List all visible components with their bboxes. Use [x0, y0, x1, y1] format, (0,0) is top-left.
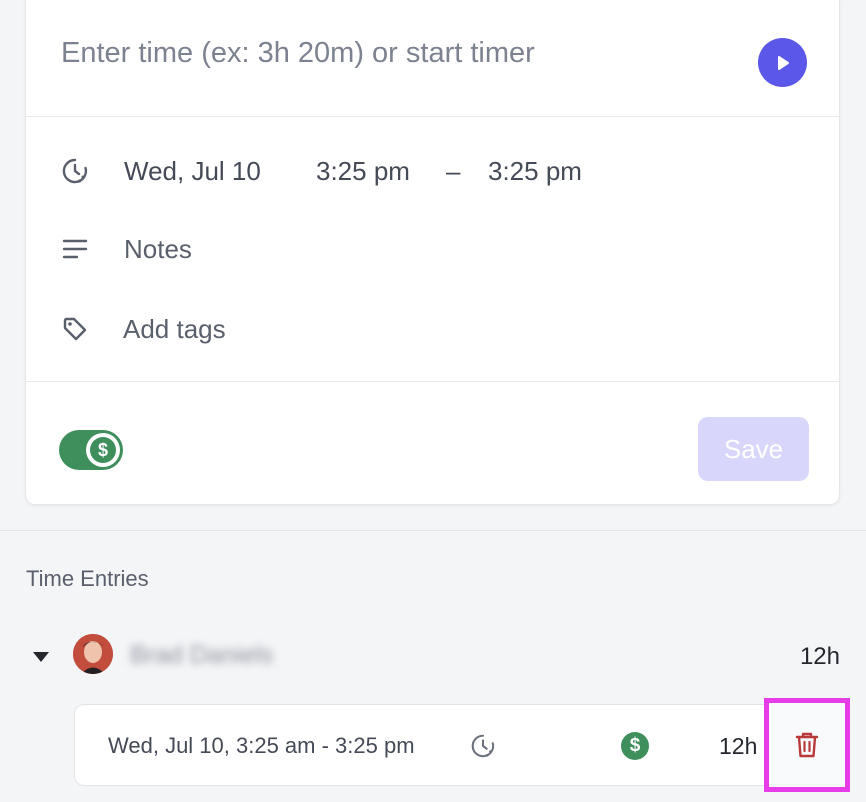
time-input-row	[26, 1, 839, 117]
billable-icon[interactable]: $	[621, 732, 649, 760]
entry-duration[interactable]: 12h	[719, 733, 757, 760]
caret-down-icon[interactable]	[32, 650, 50, 664]
start-time[interactable]: 3:25 pm	[316, 156, 410, 187]
time-range-dash: –	[446, 155, 461, 186]
entry-details: Wed, Jul 10 3:25 pm – 3:25 pm Notes Add …	[26, 117, 839, 382]
notes-row[interactable]: Notes	[26, 229, 839, 269]
group-total-duration: 12h	[799, 643, 840, 670]
time-entries-title: Time Entries	[26, 566, 149, 591]
tags-row[interactable]: Add tags	[26, 309, 839, 349]
clock-icon	[59, 155, 91, 187]
time-tracking-page: Wed, Jul 10 3:25 pm – 3:25 pm Notes	[0, 0, 866, 802]
entry-time-range[interactable]: Wed, Jul 10, 3:25 am - 3:25 pm	[108, 733, 415, 759]
delete-entry-button[interactable]	[764, 698, 850, 792]
user-entry-group[interactable]: Brad Daniels 12h	[0, 630, 866, 682]
dollar-icon: $	[90, 437, 116, 463]
avatar	[73, 634, 113, 674]
notes-label[interactable]: Notes	[124, 234, 192, 265]
billable-toggle-knob: $	[86, 433, 120, 467]
date-time-row[interactable]: Wed, Jul 10 3:25 pm – 3:25 pm	[26, 151, 839, 191]
section-divider	[0, 530, 866, 531]
add-tags-label[interactable]: Add tags	[123, 314, 226, 345]
user-name: Brad Daniels	[130, 641, 274, 669]
save-button[interactable]: Save	[698, 417, 809, 481]
end-time[interactable]: 3:25 pm	[488, 156, 582, 187]
billable-toggle[interactable]: $	[59, 430, 123, 470]
start-timer-button[interactable]	[758, 38, 807, 87]
play-icon	[777, 55, 789, 70]
time-input[interactable]	[61, 31, 721, 75]
time-entry-item[interactable]: Wed, Jul 10, 3:25 am - 3:25 pm $ 12h	[74, 704, 840, 786]
tag-icon	[59, 313, 91, 345]
entry-date[interactable]: Wed, Jul 10	[124, 156, 261, 187]
trash-icon	[795, 732, 819, 758]
clock-icon	[471, 734, 495, 758]
notes-icon	[59, 233, 91, 265]
time-entry-form: Wed, Jul 10 3:25 pm – 3:25 pm Notes	[25, 0, 840, 505]
